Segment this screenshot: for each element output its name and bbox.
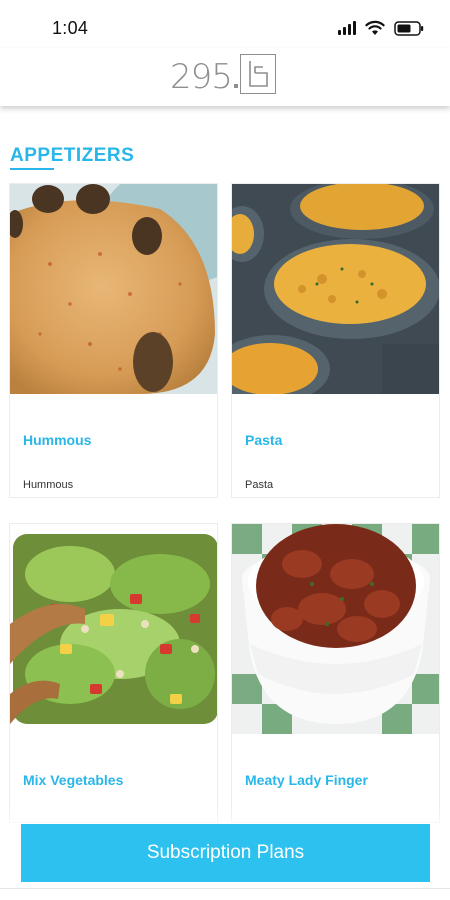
menu-card[interactable]: Meaty Lady Finger	[231, 523, 440, 823]
meaty-lady-finger-photo[interactable]	[232, 524, 439, 734]
status-time: 1:04	[52, 18, 89, 38]
signal-icon	[338, 21, 356, 35]
app-logo[interactable]: 295	[170, 54, 276, 97]
pasta-photo[interactable]	[232, 184, 439, 394]
app-header: 295	[0, 48, 450, 106]
bottom-strip	[0, 888, 450, 900]
card-subtitle: Pasta	[245, 479, 274, 491]
section-title: APPETIZERS	[10, 145, 135, 166]
menu-card[interactable]: Mix Vegetables	[9, 523, 218, 823]
card-subtitle: Hummous	[23, 479, 74, 491]
menu-card[interactable]: Hummous Hummous	[9, 183, 218, 498]
subscription-plans-button[interactable]: Subscription Plans	[21, 824, 430, 882]
card-title[interactable]: Mix Vegetables	[23, 772, 123, 788]
card-title[interactable]: Pasta	[245, 432, 282, 448]
logo-box	[239, 54, 276, 94]
menu-card[interactable]: Pasta Pasta	[231, 183, 440, 498]
logo-text: 295	[170, 57, 233, 97]
wifi-icon	[365, 20, 385, 35]
status-icons	[338, 20, 424, 36]
hummous-photo[interactable]	[10, 184, 217, 394]
card-title[interactable]: Hummous	[23, 432, 91, 448]
mix-vegetables-photo[interactable]	[10, 524, 217, 734]
logo-dot	[233, 84, 238, 88]
section-underline	[10, 168, 54, 170]
card-title[interactable]: Meaty Lady Finger	[245, 772, 368, 788]
logo-mark-icon	[249, 61, 268, 87]
battery-icon	[394, 20, 424, 36]
